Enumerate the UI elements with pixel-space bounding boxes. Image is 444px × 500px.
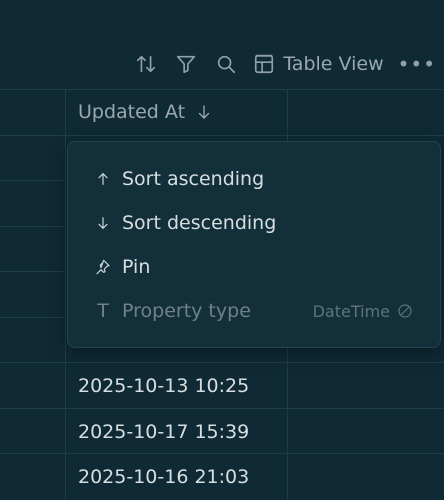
search-icon[interactable] [213, 51, 239, 77]
column-menu: Sort ascending Sort descending Pin T Pro… [67, 141, 441, 348]
table-icon [255, 54, 274, 74]
table-view-screen: Table View ••• Updated At 2025-10-13 10:… [0, 0, 444, 500]
view-label: Table View [283, 53, 384, 75]
sort-icon[interactable] [133, 51, 159, 77]
view-switcher-button[interactable]: Table View [253, 53, 384, 75]
grid-line [0, 317, 64, 318]
table-cell[interactable]: 2025-10-17 15:39 [66, 409, 299, 455]
pin-icon [94, 258, 112, 276]
menu-item-label: Pin [122, 256, 151, 278]
sort-descending-icon [198, 105, 210, 119]
property-type-value-text: DateTime [312, 301, 390, 321]
property-type-value: DateTime [313, 302, 414, 321]
menu-item-sort-descending[interactable]: Sort descending [68, 203, 440, 243]
text-type-icon: T [97, 300, 109, 322]
grid-line [0, 226, 64, 227]
menu-item-label: Sort descending [122, 212, 277, 234]
more-options-icon[interactable]: ••• [398, 52, 436, 76]
grid-line [0, 135, 444, 136]
menu-item-pin[interactable]: Pin [68, 247, 440, 287]
menu-item-label: Property type [122, 300, 251, 322]
filter-icon[interactable] [173, 51, 199, 77]
menu-item-label: Sort ascending [122, 168, 265, 190]
arrow-down-icon [94, 214, 112, 232]
column-header-label: Updated At [78, 101, 186, 123]
toolbar: Table View ••• [133, 48, 444, 80]
grid-line [0, 180, 64, 181]
disabled-icon [398, 304, 412, 318]
menu-item-property-type: T Property type DateTime [68, 291, 440, 331]
table-cell[interactable]: 2025-10-16 21:03 [66, 454, 299, 500]
arrow-up-icon [94, 170, 112, 188]
grid-line [0, 271, 64, 272]
column-header-updated-at[interactable]: Updated At [66, 89, 299, 135]
table-cell[interactable]: 2025-10-13 10:25 [66, 363, 299, 409]
menu-item-sort-ascending[interactable]: Sort ascending [68, 159, 440, 199]
